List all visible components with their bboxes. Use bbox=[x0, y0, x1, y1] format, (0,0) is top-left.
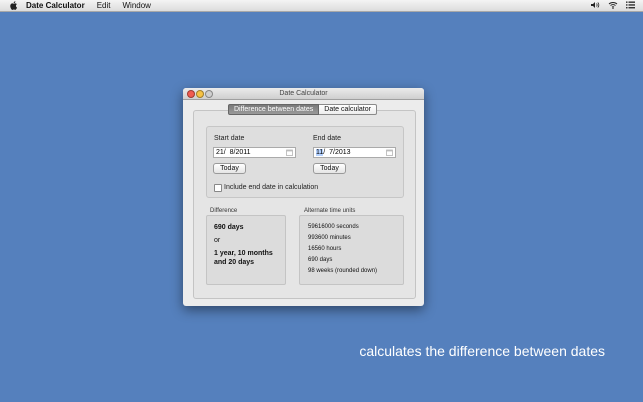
status-icons bbox=[591, 1, 635, 9]
title-bar[interactable]: Date Calculator bbox=[183, 88, 424, 100]
calendar-icon[interactable] bbox=[286, 149, 293, 156]
difference-ymd-line1: 1 year, 10 months bbox=[214, 250, 273, 257]
list-menu-icon[interactable] bbox=[626, 1, 635, 9]
alternate-weeks: 98 weeks (rounded down) bbox=[308, 268, 378, 274]
tab-date-calculator[interactable]: Date calculator bbox=[319, 104, 377, 115]
include-end-date-label[interactable]: Include end date in calculation bbox=[224, 184, 318, 191]
volume-icon[interactable] bbox=[591, 1, 600, 9]
window-title: Date Calculator bbox=[279, 90, 328, 97]
wifi-icon[interactable] bbox=[608, 1, 618, 9]
tab-pane: Start date 21/ 8/2011 Today End date 11/… bbox=[193, 110, 416, 299]
difference-group: 690 days or 1 year, 10 months and 20 day… bbox=[206, 215, 286, 285]
difference-label: Difference bbox=[210, 208, 238, 214]
minimize-button[interactable] bbox=[196, 90, 204, 98]
menu-bar: Date Calculator Edit Window bbox=[0, 0, 643, 12]
start-date-label: Start date bbox=[214, 135, 245, 142]
alternate-minutes: 993600 minutes bbox=[308, 235, 351, 241]
start-date-rest[interactable]: / 8/2011 bbox=[224, 149, 251, 156]
include-end-date-checkbox[interactable] bbox=[214, 184, 222, 192]
alternate-hours: 16560 hours bbox=[308, 246, 342, 252]
end-date-rest[interactable]: / 7/2013 bbox=[323, 149, 350, 156]
date-calculator-window: Date Calculator Difference between dates… bbox=[183, 88, 424, 306]
difference-days: 690 days bbox=[214, 224, 244, 231]
calendar-icon[interactable] bbox=[386, 149, 393, 156]
app-menu[interactable]: Date Calculator bbox=[26, 1, 85, 10]
zoom-button[interactable] bbox=[205, 90, 213, 98]
window-menu[interactable]: Window bbox=[122, 1, 150, 10]
end-today-button[interactable]: Today bbox=[313, 163, 346, 174]
alternate-days: 690 days bbox=[308, 257, 333, 263]
end-date-label: End date bbox=[313, 135, 342, 142]
alternate-units-label: Alternate time units bbox=[304, 208, 356, 214]
tab-difference-between-dates[interactable]: Difference between dates bbox=[228, 104, 320, 115]
start-today-button[interactable]: Today bbox=[213, 163, 246, 174]
start-date-field[interactable]: 21/ 8/2011 bbox=[213, 147, 296, 158]
end-date-field[interactable]: 11/ 7/2013 bbox=[313, 147, 396, 158]
start-date-day[interactable]: 21 bbox=[216, 149, 224, 156]
dates-box: Start date 21/ 8/2011 Today End date 11/… bbox=[206, 126, 404, 198]
tab-bar: Difference between dates Date calculator bbox=[228, 104, 377, 115]
difference-or: or bbox=[214, 237, 221, 244]
apple-menu-icon[interactable] bbox=[10, 1, 18, 10]
alternate-seconds: 59616000 seconds bbox=[308, 224, 359, 230]
close-button[interactable] bbox=[187, 90, 195, 98]
difference-ymd-line2: and 20 days bbox=[214, 259, 255, 266]
promo-caption: calculates the difference between dates bbox=[359, 343, 605, 359]
edit-menu[interactable]: Edit bbox=[97, 1, 111, 10]
alternate-units-group: 59616000 seconds 993600 minutes 16560 ho… bbox=[299, 215, 404, 285]
